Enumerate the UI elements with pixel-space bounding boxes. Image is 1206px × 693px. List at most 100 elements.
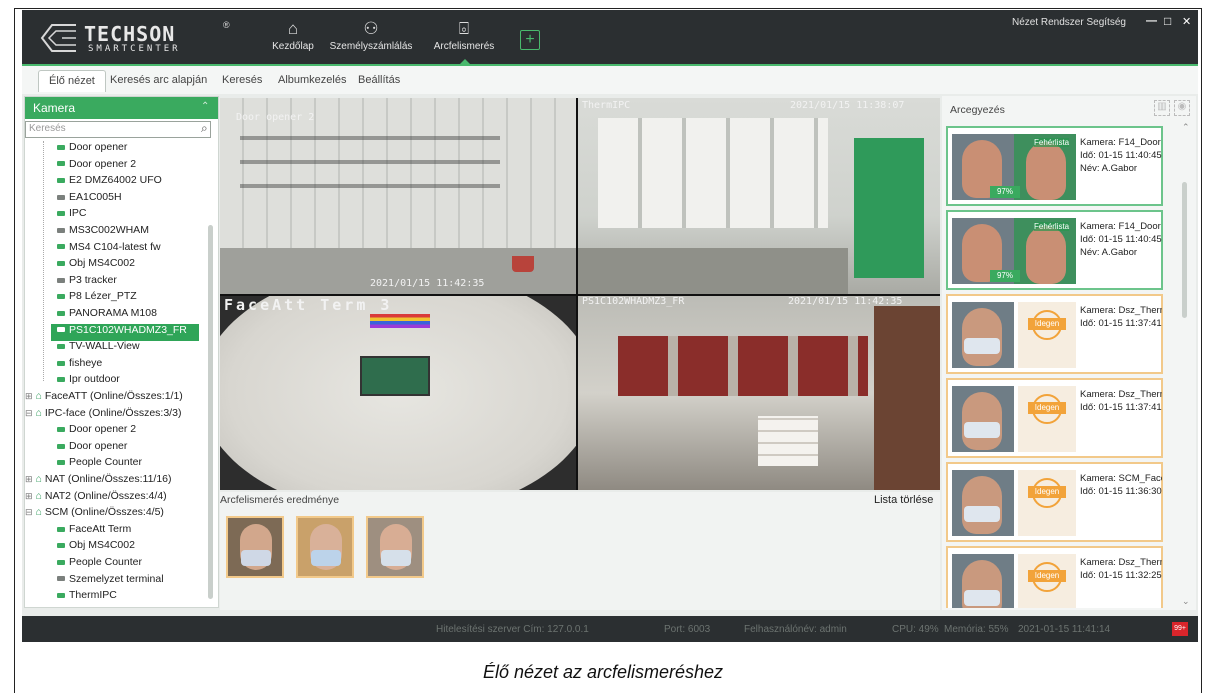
camera-item[interactable]: E2 DMZ64002 UFO: [51, 174, 201, 191]
face-image: [962, 308, 1002, 366]
stranger-placeholder: Idegen: [1018, 302, 1076, 368]
match-time: Idő: 01-15 11:36:30: [1080, 486, 1162, 497]
camera-item[interactable]: MS3C002WHAM: [51, 224, 201, 241]
tab-settings[interactable]: Beállítás: [358, 74, 400, 86]
camera-item[interactable]: Szemelyzet terminal: [51, 573, 201, 590]
face-image: [1026, 142, 1066, 200]
camera-icon: [57, 277, 65, 283]
camera-group[interactable]: ⊞ ⌂ NAT (Online/Összes:11/16): [25, 473, 205, 490]
camera-panel-header[interactable]: Kamera ⌃: [25, 97, 218, 119]
match-camera: Kamera: Dsz_ThermIPC: [1080, 305, 1162, 316]
camera-item[interactable]: PANORAMA M108: [51, 307, 201, 324]
match-card[interactable]: Idegen Kamera: SCM_FaceAtt Idő: 01-15 11:3…: [946, 462, 1163, 542]
match-score: 97%: [990, 186, 1020, 198]
camera-item[interactable]: Ipr outdoor: [51, 373, 201, 390]
video-thermipc[interactable]: ThermIPC 2021/01/15 11:38:07: [578, 98, 940, 294]
camera-item[interactable]: ThermIPC: [51, 589, 201, 606]
camera-item[interactable]: MS4 C104-latest fw: [51, 241, 201, 258]
video-boxes: [758, 416, 818, 466]
camera-item[interactable]: People Counter: [51, 456, 201, 473]
video-green-cabinet: [854, 138, 924, 278]
result-thumb[interactable]: [366, 516, 424, 578]
camera-tree-scrollbar[interactable]: [208, 225, 213, 599]
match-scrollbar[interactable]: [1182, 182, 1187, 318]
camera-item[interactable]: fisheye: [51, 357, 201, 374]
expand-toggle-icon[interactable]: ⊞: [25, 474, 33, 484]
tab-album-management[interactable]: Albumkezelés: [278, 74, 346, 86]
scroll-down-icon[interactable]: ⌄: [1182, 596, 1190, 607]
camera-group[interactable]: ⊞ ⌂ NAT2 (Online/Összes:4/4): [25, 490, 205, 507]
video-ps1c102[interactable]: PS1C102WHADMZ3_FR 2021/01/15 11:42:35: [578, 296, 940, 490]
camera-item-label: fisheye: [69, 356, 103, 369]
alarm-badge[interactable]: 99+: [1172, 622, 1188, 636]
site-icon: ⌂: [35, 473, 42, 485]
stranger-tag: Idegen: [1028, 402, 1066, 414]
video-faceatt-term[interactable]: FaceAtt Term 3: [220, 296, 576, 490]
search-icon[interactable]: ⌕: [201, 121, 208, 136]
match-card[interactable]: Idegen Kamera: Dsz_ThermIPC Idő: 01-15 11:…: [946, 378, 1163, 458]
match-card[interactable]: Idegen Kamera: Dsz_ThermIPC Idő: 01-15 11:…: [946, 546, 1163, 608]
match-tag: Fehérlista: [1034, 222, 1070, 231]
camera-item-label: MS3C002WHAM: [69, 224, 149, 236]
maximize-button[interactable]: □: [1164, 14, 1171, 28]
minimize-button[interactable]: —: [1146, 15, 1157, 27]
match-card[interactable]: Idegen Kamera: Dsz_ThermIPC Idő: 01-15 11:…: [946, 294, 1163, 374]
tab-face-search[interactable]: Keresés arc alapján: [110, 74, 207, 86]
camera-item-label: People Counter: [69, 556, 142, 568]
reference-face: Fehérlista: [1014, 218, 1076, 284]
camera-filter-icon[interactable]: ◉: [1174, 100, 1190, 116]
expand-toggle-icon[interactable]: ⊟: [25, 408, 33, 418]
expand-toggle-icon[interactable]: ⊞: [25, 491, 33, 501]
match-list: Fehérlista 97% Kamera: F14_Door ope Idő: 01…: [946, 126, 1168, 608]
tab-live-view[interactable]: Élő nézet: [38, 70, 106, 92]
camera-item[interactable]: Obj MS4C002: [51, 539, 201, 556]
camera-item[interactable]: FaceAtt Term: [51, 523, 201, 540]
expand-toggle-icon[interactable]: ⊟: [25, 507, 33, 517]
camera-item[interactable]: IPC: [51, 207, 201, 224]
expand-toggle-icon[interactable]: ⊞: [25, 391, 33, 401]
camera-item-label: Obj MS4C002: [69, 257, 135, 270]
camera-item[interactable]: EA1C005H: [51, 191, 201, 208]
camera-item[interactable]: Door opener 2: [51, 158, 201, 175]
face-image: [962, 476, 1002, 534]
result-thumb[interactable]: [226, 516, 284, 578]
camera-item[interactable]: P3 tracker: [51, 274, 201, 291]
nav-face-recognition[interactable]: ⌻ Arcfelismerés: [422, 20, 506, 64]
camera-search-input[interactable]: Keresés: [25, 121, 211, 138]
match-camera: Kamera: F14_Door ope: [1080, 221, 1162, 232]
close-button[interactable]: ✕: [1182, 15, 1191, 28]
camera-item[interactable]: Door opener: [51, 440, 201, 457]
camera-item-label: EA1C005H: [69, 190, 122, 203]
clear-list-button[interactable]: Lista törlése: [874, 494, 933, 506]
camera-icon: [57, 310, 65, 316]
camera-item[interactable]: People Counter: [51, 556, 201, 573]
clear-matches-icon[interactable]: ▥: [1154, 100, 1170, 116]
nav-home[interactable]: ⌂ Kezdőlap: [268, 20, 318, 53]
mask-image: [241, 550, 271, 566]
camera-item-label: Door opener 2: [69, 423, 137, 436]
camera-item[interactable]: TV-WALL-View: [51, 340, 201, 357]
tab-search[interactable]: Keresés: [222, 74, 262, 86]
camera-item[interactable]: Door opener: [51, 141, 201, 158]
camera-tree: Door opener Door opener 2 E2 DMZ64002 UFO E…: [25, 141, 218, 607]
window-menu[interactable]: Nézet Rendszer Segítség: [1012, 17, 1126, 28]
camera-item[interactable]: Door opener 2: [51, 423, 201, 440]
camera-item[interactable]: P8 Lézer_PTZ: [51, 290, 201, 307]
add-module-button[interactable]: +: [520, 30, 540, 50]
camera-group[interactable]: ⊟ ⌂ SCM (Online/Összes:4/5): [25, 506, 205, 523]
camera-item-label: Szemelyzet terminal: [69, 572, 164, 585]
video-door-opener-2[interactable]: Door opener 2 2021/01/15 11:42:35: [220, 98, 576, 294]
nav-people-counting[interactable]: ⚇ Személyszámlálás: [328, 20, 414, 53]
match-card[interactable]: Fehérlista 97% Kamera: F14_Door ope Idő: 01…: [946, 126, 1163, 206]
camera-item[interactable]: PS1C102WHADMZ3_FR: [51, 323, 199, 341]
camera-group[interactable]: ⊟ ⌂ IPC-face (Online/Összes:3/3): [25, 407, 205, 424]
camera-item[interactable]: Obj MS4C002: [51, 257, 201, 274]
results-title: Arcfelismerés eredménye: [220, 494, 340, 506]
scroll-up-icon[interactable]: ⌃: [1182, 122, 1190, 133]
camera-icon: [57, 177, 65, 183]
collapse-icon[interactable]: ⌃: [201, 101, 209, 112]
result-thumb[interactable]: [296, 516, 354, 578]
camera-group[interactable]: ⊞ ⌂ FaceATT (Online/Összes:1/1): [25, 390, 205, 407]
match-score: 97%: [990, 270, 1020, 282]
match-card[interactable]: Fehérlista 97% Kamera: F14_Door ope Idő: 01…: [946, 210, 1163, 290]
